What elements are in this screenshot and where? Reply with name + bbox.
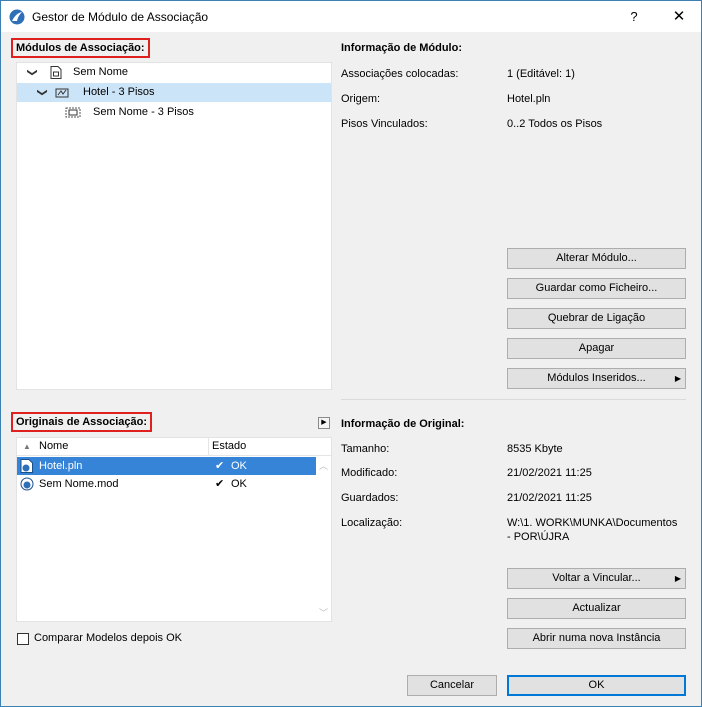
modified-label: Modificado: — [341, 467, 398, 479]
linked-module-icon — [55, 88, 69, 98]
modules-section-label: Módulos de Associação: — [11, 38, 150, 58]
submenu-arrow-icon: ▶ — [674, 574, 681, 583]
close-button[interactable]: ✕ — [665, 7, 693, 27]
dialog-window: Gestor de Módulo de Associação ? ✕ Módul… — [0, 0, 702, 707]
tree-item-hotel[interactable]: ❯ Hotel - 3 Pisos — [17, 83, 331, 102]
button-label: OK — [588, 679, 605, 691]
archicad-app-icon — [9, 9, 25, 25]
saved-value: 21/02/2021 11:25 — [507, 492, 592, 504]
check-icon: ✔ — [215, 460, 225, 472]
chevron-down-icon[interactable]: ❯ — [33, 88, 52, 98]
archicad-file-icon — [20, 459, 33, 473]
section-divider — [341, 399, 686, 400]
modified-value: 21/02/2021 11:25 — [507, 467, 592, 479]
linked-floors-value: 0..2 Todos os Pisos — [507, 118, 603, 130]
window-title: Gestor de Módulo de Associação — [32, 10, 209, 24]
ok-button[interactable]: OK — [507, 675, 686, 696]
list-item-sem-nome[interactable]: Sem Nome.mod ✔ OK — [17, 475, 316, 493]
size-label: Tamanho: — [341, 443, 390, 455]
compare-models-checkbox[interactable] — [17, 633, 29, 645]
change-module-button[interactable]: Alterar Módulo... — [507, 248, 686, 269]
list-item-name: Sem Nome.mod — [39, 478, 119, 490]
scroll-up-icon[interactable]: ︿ — [319, 459, 328, 472]
button-label: Abrir numa nova Instância — [532, 632, 661, 644]
tree-item-label: Sem Nome — [73, 66, 129, 78]
scroll-down-icon[interactable]: ﹀ — [319, 606, 328, 619]
update-button[interactable]: Actualizar — [507, 598, 686, 619]
module-file-icon — [20, 477, 34, 491]
submenu-arrow-icon: ▶ — [674, 374, 681, 383]
placed-associations-value: 1 (Editável: 1) — [507, 68, 575, 80]
title-bar[interactable]: Gestor de Módulo de Associação ? ✕ — [1, 1, 701, 32]
help-button[interactable]: ? — [623, 7, 645, 27]
inserted-modules-button[interactable]: Módulos Inseridos... ▶ — [507, 368, 686, 389]
location-value-continued: - POR\ÚJRA — [507, 531, 570, 543]
column-header-status[interactable]: Estado — [212, 440, 246, 452]
original-info-header: Informação de Original: — [341, 418, 465, 430]
file-module-icon — [50, 66, 62, 79]
expand-panel-button[interactable]: ▶ — [318, 417, 330, 429]
modules-tree[interactable]: ❯ Sem Nome ❯ Hotel - 3 Pisos Sem Nome - … — [16, 62, 332, 390]
list-item-name: Hotel.pln — [39, 460, 83, 472]
cancel-button[interactable]: Cancelar — [407, 675, 497, 696]
column-header-name[interactable]: Nome — [39, 440, 68, 452]
tree-item-label: Hotel - 3 Pisos — [83, 86, 155, 98]
size-value: 8535 Kbyte — [507, 443, 563, 455]
sort-ascending-icon: ▲ — [23, 442, 31, 451]
button-label: Apagar — [578, 342, 615, 354]
button-label: Quebrar de Ligação — [547, 312, 646, 324]
originals-list[interactable]: ▲ Nome Estado Hotel.pln ✔ OK Sem Nome.mo… — [16, 437, 332, 622]
placed-associations-label: Associações colocadas: — [341, 68, 459, 80]
save-as-file-button[interactable]: Guardar como Ficheiro... — [507, 278, 686, 299]
list-header: ▲ Nome Estado — [17, 438, 331, 456]
break-link-button[interactable]: Quebrar de Ligação — [507, 308, 686, 329]
column-divider — [208, 438, 209, 456]
module-instance-icon — [65, 107, 81, 118]
relink-button[interactable]: Voltar a Vincular... ▶ — [507, 568, 686, 589]
location-label: Localização: — [341, 517, 403, 529]
open-new-instance-button[interactable]: Abrir numa nova Instância — [507, 628, 686, 649]
delete-button[interactable]: Apagar — [507, 338, 686, 359]
location-value: W:\1. WORK\MUNKA\Documentos — [507, 517, 678, 529]
origin-value: Hotel.pln — [507, 93, 551, 105]
button-label: Actualizar — [572, 602, 621, 614]
vertical-scrollbar[interactable]: ︿ ﹀ — [316, 457, 331, 621]
list-item-status: OK — [231, 460, 247, 472]
compare-models-label: Comparar Modelos depois OK — [34, 632, 182, 644]
list-item-status: OK — [231, 478, 247, 490]
origin-label: Origem: — [341, 93, 381, 105]
module-info-header: Informação de Módulo: — [341, 42, 462, 54]
tree-item-label: Sem Nome - 3 Pisos — [93, 106, 194, 118]
tree-item-sem-nome[interactable]: ❯ Sem Nome — [17, 63, 331, 82]
check-icon: ✔ — [215, 478, 225, 490]
tree-item-sem-nome-3-pisos[interactable]: Sem Nome - 3 Pisos — [17, 103, 331, 122]
button-label: Voltar a Vincular... — [552, 572, 641, 584]
saved-label: Guardados: — [341, 492, 399, 504]
button-label: Módulos Inseridos... — [547, 372, 646, 384]
originals-section-label: Originais de Associação: — [11, 412, 153, 432]
chevron-down-icon[interactable]: ❯ — [23, 68, 42, 78]
button-label: Cancelar — [429, 679, 475, 691]
list-item-hotel[interactable]: Hotel.pln ✔ OK — [17, 457, 316, 475]
linked-floors-label: Pisos Vinculados: — [341, 118, 428, 130]
button-label: Alterar Módulo... — [556, 252, 637, 264]
button-label: Guardar como Ficheiro... — [535, 282, 658, 294]
